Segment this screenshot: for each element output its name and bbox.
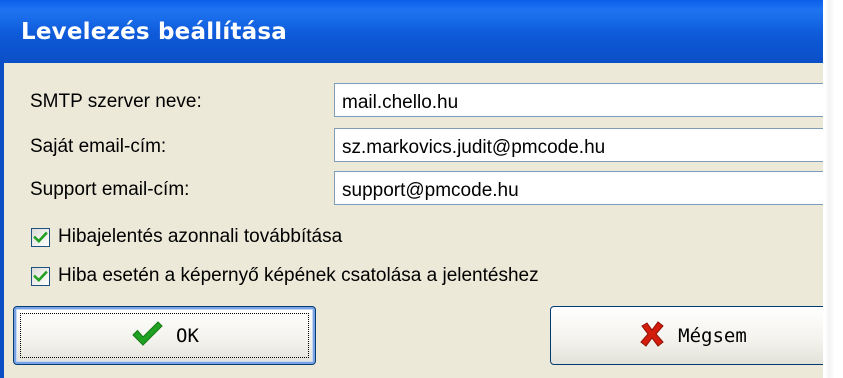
- cancel-button-label: Mégsem: [678, 324, 747, 347]
- checkmark-small-icon: [33, 270, 48, 282]
- smtp-server-label: SMTP szerver neve:: [30, 91, 202, 112]
- background-strip: [823, 0, 843, 378]
- attach-screenshot-checkbox-row[interactable]: Hiba esetén a képernyő képének csatolása…: [31, 265, 539, 287]
- settings-dialog: Levelezés beállítása SMTP szerver neve: …: [0, 0, 843, 378]
- cancel-button[interactable]: Mégsem: [550, 306, 835, 365]
- focus-ring: [20, 313, 309, 358]
- red-x-icon: [638, 320, 666, 351]
- checkmark-small-icon: [33, 231, 48, 243]
- window-border: [0, 63, 4, 378]
- support-email-input[interactable]: [334, 171, 834, 205]
- own-email-label: Saját email-cím:: [30, 136, 167, 157]
- attach-screenshot-checkbox[interactable]: [31, 266, 50, 286]
- own-email-input[interactable]: [334, 128, 834, 162]
- forward-report-checkbox[interactable]: [31, 227, 50, 247]
- checkmark-icon: [130, 320, 164, 351]
- forward-report-checkbox-row[interactable]: Hibajelentés azonnali továbbítása: [31, 226, 342, 248]
- support-email-label: Support email-cím:: [30, 179, 190, 200]
- smtp-server-input[interactable]: [334, 83, 834, 117]
- title-bar[interactable]: Levelezés beállítása: [0, 0, 843, 63]
- forward-report-label: Hibajelentés azonnali továbbítása: [58, 226, 343, 247]
- dialog-title: Levelezés beállítása: [21, 19, 287, 45]
- ok-button-label: OK: [176, 324, 199, 347]
- attach-screenshot-label: Hiba esetén a képernyő képének csatolása…: [58, 265, 539, 286]
- ok-button[interactable]: OK: [13, 306, 316, 365]
